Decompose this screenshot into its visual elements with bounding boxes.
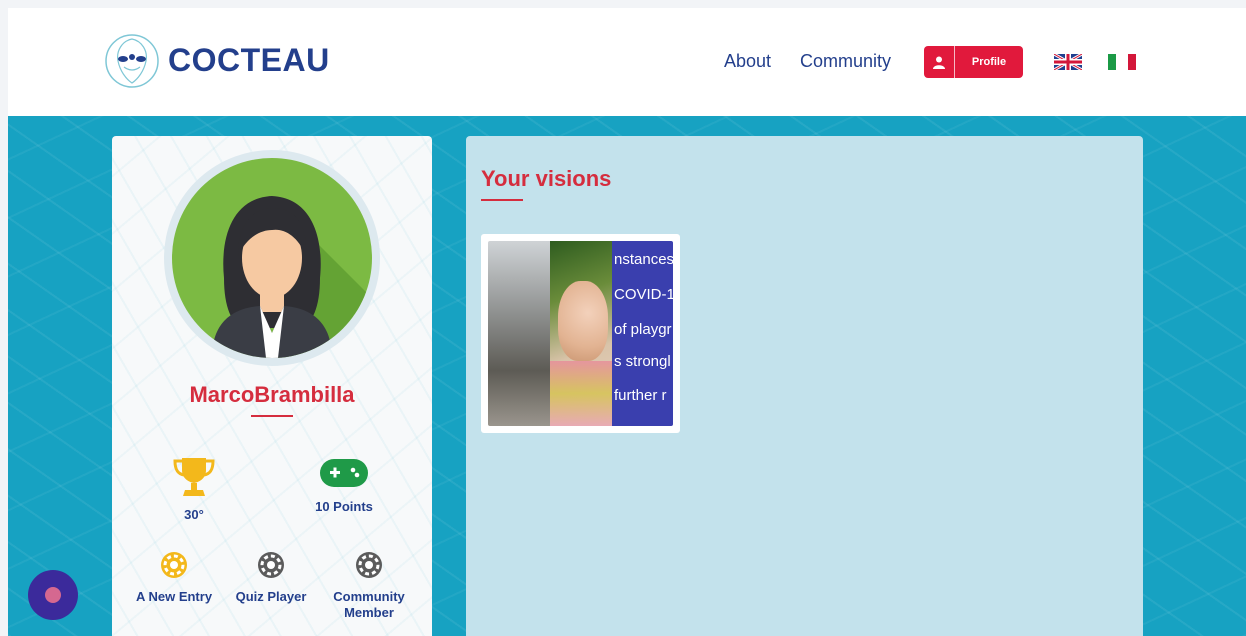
vision-card[interactable]: nstances COVID-1 of playgr s strongl fur… xyxy=(481,234,680,433)
badge-quiz-player[interactable]: Quiz Player xyxy=(221,550,321,605)
nav-community-link[interactable]: Community xyxy=(800,51,891,72)
badge-label: Community Member xyxy=(333,589,405,620)
visions-title: Your visions xyxy=(481,166,612,191)
gear-badge-gray-icon xyxy=(258,552,284,578)
image-text-line: of playgr xyxy=(614,321,672,338)
image-text-line: COVID-1 xyxy=(614,286,673,303)
image-text-line: further r xyxy=(614,387,667,404)
avatar-woman-icon xyxy=(172,158,372,358)
badge-label: Quiz Player xyxy=(235,589,307,604)
profile-button-label: Profile xyxy=(971,56,1007,68)
visions-panel: Your visions nstances COVID-1 of playgr … xyxy=(466,136,1143,636)
gear-badge-gray-icon xyxy=(356,552,382,578)
profile-card: MarcoBrambilla 30° 10 Points A New Entry… xyxy=(112,136,432,636)
image-text-line: s strongl xyxy=(614,353,671,370)
brand-name[interactable]: COCTEAU xyxy=(168,42,330,79)
badge-label: A New Entry xyxy=(135,589,213,604)
photo-paint xyxy=(550,361,612,426)
avatar xyxy=(164,150,380,366)
gamepad-icon xyxy=(320,459,368,487)
badge-new-entry[interactable]: A New Entry xyxy=(124,550,224,605)
profile-button[interactable]: Profile xyxy=(924,46,1023,78)
italy-flag-icon[interactable] xyxy=(1108,54,1136,70)
nav-about-link[interactable]: About xyxy=(724,51,771,72)
stat-rank: 30° xyxy=(134,456,254,522)
cocteau-logo-icon[interactable] xyxy=(104,33,160,89)
top-header: COCTEAU About Community Profile xyxy=(8,8,1246,116)
uk-flag-icon[interactable] xyxy=(1053,52,1083,72)
chat-widget-button[interactable] xyxy=(28,570,78,620)
image-text-line: nstances xyxy=(614,251,673,268)
trophy-icon xyxy=(173,458,215,496)
user-icon xyxy=(924,46,955,78)
profile-username: MarcoBrambilla xyxy=(189,382,355,407)
stat-points-label: 10 Points xyxy=(315,499,373,514)
stat-points: 10 Points xyxy=(284,456,404,514)
vision-image: nstances COVID-1 of playgr s strongl fur… xyxy=(488,241,673,426)
gear-badge-gold-icon xyxy=(161,552,187,578)
badge-community-member[interactable]: Community Member xyxy=(319,550,419,621)
page-frame: COCTEAU About Community Profile MarcoBra… xyxy=(8,8,1246,636)
photo-classroom xyxy=(488,241,550,426)
title-divider xyxy=(251,415,293,417)
chat-dot-icon xyxy=(45,587,61,603)
stat-rank-label: 30° xyxy=(184,507,204,522)
title-divider xyxy=(481,199,523,201)
photo-child-face xyxy=(558,281,608,361)
